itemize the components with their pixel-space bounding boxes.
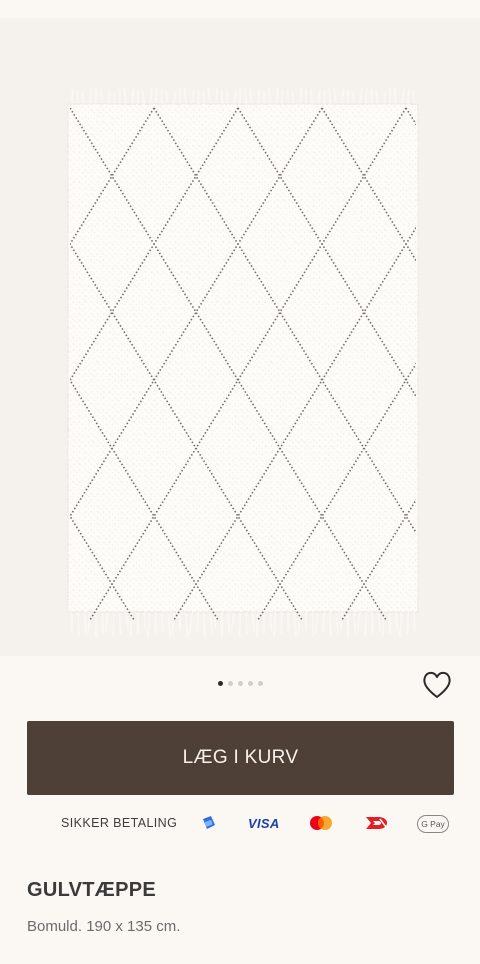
product-description: Bomuld. 190 x 135 cm. [27,918,181,935]
carousel-dot[interactable] [248,681,253,686]
visa-icon: VISA [248,816,280,831]
carousel-dot[interactable] [258,681,263,686]
payment-methods: SIKKER BETALING VISA G Pay [0,806,480,842]
carousel-pagination [218,681,263,686]
google-pay-icon: G Pay [417,815,449,833]
mastercard-icon [309,815,333,831]
rug-image [67,86,419,638]
product-title: GULVTÆPPE [27,879,157,901]
dankort-icon [364,814,390,832]
product-image-gallery[interactable] [0,18,480,656]
add-to-cart-button[interactable]: LÆG I KURV [27,721,454,795]
rug-fringe-top [70,86,416,108]
gallery-controls [0,656,480,714]
carousel-dot[interactable] [228,681,233,686]
carousel-dot[interactable] [218,681,223,686]
mobilepay-icon [200,814,218,832]
carousel-dot[interactable] [238,681,243,686]
heart-icon[interactable] [421,670,453,700]
rug-fringe-bottom [70,608,416,638]
secure-payment-label: SIKKER BETALING [61,816,178,830]
